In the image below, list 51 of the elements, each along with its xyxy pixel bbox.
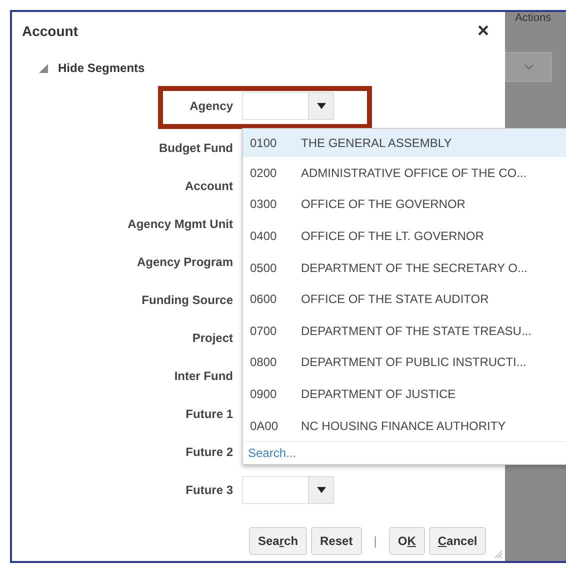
field-label: Account: [184, 179, 233, 193]
field-label: Funding Source: [140, 293, 233, 307]
option-code: 0700: [249, 324, 278, 338]
list-option[interactable]: 0500 DEPARTMENT OF THE SECRETARY O...: [243, 252, 566, 284]
option-code: 0200: [249, 166, 278, 180]
option-code: 0300: [249, 197, 278, 212]
option-name: OFFICE OF THE STATE AUDITOR: [301, 292, 489, 306]
option-code: 0400: [249, 228, 278, 243]
field-label: Agency: [188, 99, 233, 113]
hide-segments-link[interactable]: Hide Segments: [58, 61, 145, 75]
action-button[interactable]: OK: [388, 527, 425, 555]
list-option[interactable]: 0400 OFFICE OF THE LT. GOVERNOR: [243, 220, 566, 252]
action-button[interactable]: Search: [249, 527, 308, 555]
option-name: DEPARTMENT OF PUBLIC INSTRUCTI...: [301, 355, 526, 370]
field-label: Project: [191, 331, 233, 345]
list-option[interactable]: 0600 OFFICE OF THE STATE AUDITOR: [243, 283, 566, 315]
option-name: THE GENERAL ASSEMBLY: [301, 136, 452, 150]
separator-text: |: [374, 534, 377, 548]
field-label: Future 2: [184, 445, 233, 459]
actions-menu[interactable]: Actions: [515, 12, 552, 24]
option-code: 0900: [249, 386, 278, 401]
dialog-title: Account: [22, 23, 78, 39]
option-name: ADMINISTRATIVE OFFICE OF THE CO...: [301, 166, 527, 180]
option-code: 0600: [249, 292, 278, 306]
option-name: OFFICE OF THE GOVERNOR: [301, 197, 466, 212]
option-name: NC HOUSING FINANCE AUTHORITY: [301, 418, 506, 433]
list-option[interactable]: 0900 DEPARTMENT OF JUSTICE: [243, 378, 566, 410]
field-label: Agency Program: [136, 255, 233, 269]
field-label: Agency Mgmt Unit: [126, 217, 233, 231]
option-name: DEPARTMENT OF JUSTICE: [301, 386, 456, 401]
option-code: 0100: [249, 136, 278, 150]
option-name: DEPARTMENT OF THE SECRETARY O...: [301, 260, 528, 275]
list-option[interactable]: 0A00 NC HOUSING FINANCE AUTHORITY: [243, 410, 566, 442]
field-label: Future 3: [184, 483, 233, 497]
list-option[interactable]: 0300 OFFICE OF THE GOVERNOR: [243, 188, 566, 220]
field-label: Inter Fund: [173, 369, 233, 383]
list-option[interactable]: 0800 DEPARTMENT OF PUBLIC INSTRUCTI...: [243, 346, 566, 378]
field-label: Future 1: [184, 407, 233, 421]
search-link[interactable]: Search...: [248, 446, 296, 460]
action-button[interactable]: Cancel: [428, 527, 486, 555]
list-option[interactable]: 0100 THE GENERAL ASSEMBLY: [243, 129, 566, 157]
option-name: DEPARTMENT OF THE STATE TREASU...: [301, 324, 532, 338]
list-option[interactable]: 0200 ADMINISTRATIVE OFFICE OF THE CO...: [243, 157, 566, 189]
close-button[interactable]: ×: [475, 21, 491, 41]
option-code: 0800: [249, 355, 278, 370]
option-code: 0A00: [249, 418, 280, 433]
action-button[interactable]: Reset: [311, 527, 362, 555]
field-label: Budget Fund: [158, 141, 233, 155]
option-code: 0500: [249, 260, 278, 275]
option-name: OFFICE OF THE LT. GOVERNOR: [301, 228, 484, 243]
list-option[interactable]: 0700 DEPARTMENT OF THE STATE TREASU...: [243, 314, 566, 347]
